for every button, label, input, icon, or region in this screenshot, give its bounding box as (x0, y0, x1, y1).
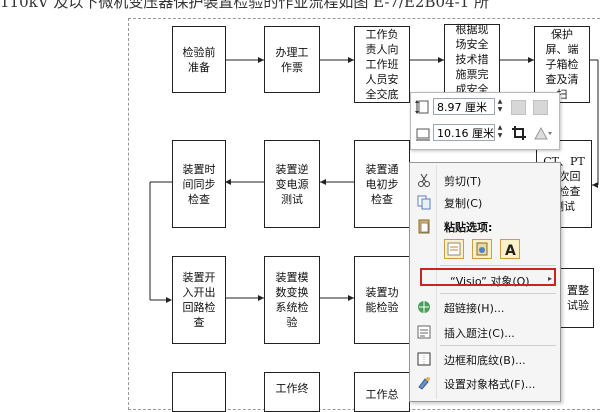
paste-keep-format-icon[interactable] (444, 239, 464, 259)
send-backward-icon[interactable] (533, 100, 548, 115)
box-work-end-2: 工作总 (354, 372, 410, 412)
borders-icon (416, 351, 432, 367)
caption-icon (416, 324, 432, 340)
hyperlink-icon (416, 299, 432, 315)
crop-icon[interactable] (511, 125, 527, 141)
svg-text:A: A (505, 243, 516, 258)
copy-icon (416, 194, 432, 210)
shape-width-input[interactable]: 10.16 厘米 (433, 124, 495, 141)
box-time-sync: 装置时 间同步 检查 (172, 140, 226, 228)
shape-height-input[interactable]: 8.97 厘米 (433, 98, 495, 115)
scissors-icon (416, 172, 432, 188)
box-work-ticket: 办理工 作票 (264, 26, 320, 93)
height-spinner[interactable]: ▲ ▼ (496, 98, 504, 115)
box-dc-power-test: 装置逆 变电源 测试 (264, 140, 320, 228)
menu-item-paste-options: 粘贴选项: (410, 215, 560, 237)
menu-item-borders-shading[interactable]: 边框和底纹(B)... (410, 348, 560, 370)
menu-item-copy[interactable]: 复制(C) (410, 191, 560, 213)
box-setting-test: 置整 试验 (558, 268, 594, 328)
menu-item-insert-caption[interactable]: 插入题注(C)... (410, 321, 560, 343)
box-safety-measures: 根据现 场安全 技术措 施票完 成安全 (444, 23, 500, 96)
menu-item-hyperlink[interactable]: 超链接(H)... (410, 296, 560, 318)
box-analog-conversion: 装置模 数变换 系统检验 (264, 256, 320, 344)
shape-width-icon[interactable] (415, 125, 431, 141)
box-row4-1 (172, 372, 226, 412)
box-function-check: 装置功 能检验 (354, 256, 410, 344)
box-io-circuit: 装置开 入开出 回路检查 (172, 256, 226, 344)
shape-height-icon[interactable] (415, 99, 431, 115)
menu-item-cut[interactable]: 剪切(T) (410, 169, 560, 191)
wrap-text-icon[interactable] (533, 125, 552, 141)
box-safety-briefing: 工作负 责人向 工作班 人员安 全交底 (354, 26, 410, 103)
box-inspection-prep: 检验前 准备 (172, 26, 226, 93)
highlight-box (420, 268, 556, 286)
box-work-end: 工作终 (264, 372, 320, 412)
clipboard-icon (416, 218, 432, 234)
bring-forward-icon[interactable] (511, 100, 526, 115)
paste-picture-icon[interactable] (472, 239, 492, 259)
format-object-icon (416, 375, 432, 391)
menu-item-format-object[interactable]: 设置对象格式(F)... (410, 372, 560, 394)
mini-toolbar: 8.97 厘米 ▲ ▼ 10.16 厘米 ▲ ▼ (410, 92, 560, 150)
paste-text-only-icon[interactable]: A (500, 239, 520, 259)
box-power-on-check: 装置通 电初步 检查 (354, 140, 410, 228)
width-spinner[interactable]: ▲ ▼ (496, 124, 504, 141)
